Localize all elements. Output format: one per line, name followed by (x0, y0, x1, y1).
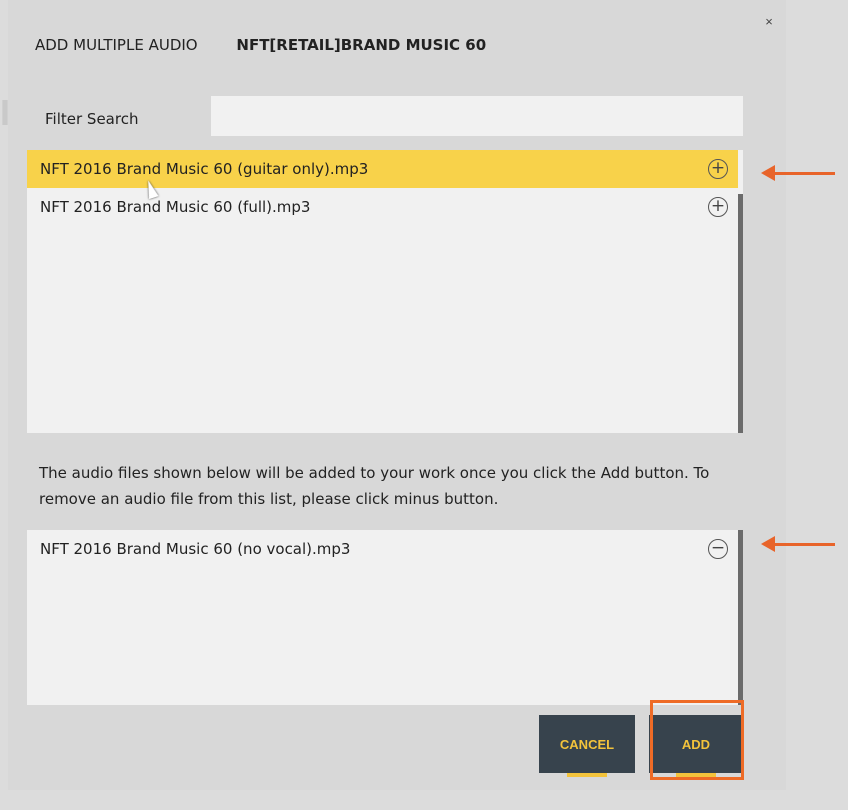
dialog-header: ADD MULTIPLE AUDIO NFT[RETAIL]BRAND MUSI… (35, 36, 486, 54)
audio-file-name: NFT 2016 Brand Music 60 (no vocal).mp3 (40, 540, 351, 558)
audio-file-name: NFT 2016 Brand Music 60 (full).mp3 (40, 198, 311, 216)
scrollbar[interactable] (738, 194, 743, 433)
audio-file-row[interactable]: NFT 2016 Brand Music 60 (guitar only).mp… (27, 150, 738, 188)
cancel-button-label: CANCEL (559, 737, 615, 752)
annotation-arrow-left-icon (761, 165, 835, 181)
selected-audio-row[interactable]: NFT 2016 Brand Music 60 (no vocal).mp3 − (27, 530, 738, 568)
dialog-title: ADD MULTIPLE AUDIO (35, 36, 198, 54)
button-underline (567, 773, 607, 777)
close-icon[interactable]: × (761, 14, 777, 30)
scrollbar[interactable] (738, 530, 743, 705)
filter-search-input[interactable] (211, 96, 743, 136)
annotation-arrow-left-icon (761, 536, 835, 552)
cancel-button[interactable]: CANCEL (539, 715, 635, 777)
instructions-text: The audio files shown below will be adde… (39, 464, 710, 508)
add-circle-icon[interactable]: + (708, 159, 728, 179)
selected-audio-list[interactable]: NFT 2016 Brand Music 60 (no vocal).mp3 − (27, 530, 743, 705)
filter-search-row: Filter Search (35, 96, 743, 136)
add-button-highlight (650, 700, 744, 780)
add-circle-icon[interactable]: + (708, 197, 728, 217)
available-audio-list[interactable]: NFT 2016 Brand Music 60 (guitar only).mp… (27, 150, 743, 433)
audio-file-name: NFT 2016 Brand Music 60 (guitar only).mp… (40, 160, 369, 178)
work-title: NFT[RETAIL]BRAND MUSIC 60 (236, 36, 487, 54)
filter-search-label: Filter Search (45, 110, 139, 128)
audio-file-row[interactable]: NFT 2016 Brand Music 60 (full).mp3 + (27, 188, 738, 226)
remove-circle-icon[interactable]: − (708, 539, 728, 559)
